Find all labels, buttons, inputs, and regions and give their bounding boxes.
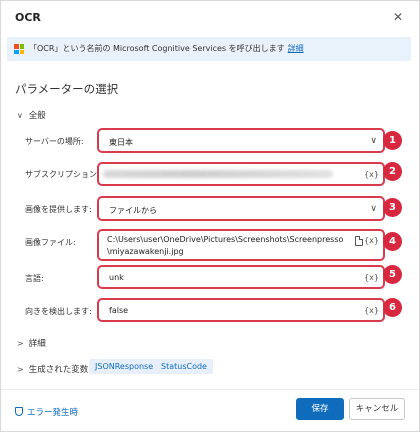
chevron-right-icon: > [17,339,24,348]
image-file-input[interactable]: C:\Users\user\OneDrive\Pictures\Screensh… [97,229,385,261]
details-label: 詳細 [28,339,46,349]
chevron-down-icon[interactable]: ∨ [370,136,377,146]
footer-divider [1,389,419,390]
subscription-key-input[interactable]: {x} [97,162,385,186]
image-file-path-line1: C:\Users\user\OneDrive\Pictures\Screensh… [107,235,344,244]
variable-chip-statuscode[interactable]: StatusCode [155,359,213,374]
dialog-title: OCR [15,11,41,24]
close-icon[interactable]: ✕ [391,10,405,24]
chevron-down-icon[interactable]: ∨ [370,204,377,214]
variable-picker-icon[interactable]: {x} [364,170,379,179]
cancel-button[interactable]: キャンセル [349,398,405,420]
subscription-key-masked-value [103,170,333,178]
variable-picker-icon[interactable]: {x} [364,236,379,245]
ocr-dialog: OCR ✕ 「OCR」という名前の Microsoft Cognitive Se… [0,0,420,432]
info-text: 「OCR」という名前の Microsoft Cognitive Services… [29,43,304,54]
step-badge-2: 2 [383,162,402,181]
generated-variables-label: 生成された変数 [28,365,89,375]
info-details-link[interactable]: 詳細 [288,44,304,53]
image-source-dropdown[interactable]: ファイルから ∨ [97,196,385,221]
generated-variables-toggle[interactable]: > 生成された変数 [17,363,88,375]
group-general-label: 全般 [28,111,46,121]
on-error-label: エラー発生時 [27,408,79,418]
server-location-label: サーバーの場所: [25,137,84,146]
image-file-path-line2: \miyazawakenji.jpg [107,247,184,256]
language-input[interactable]: unk {x} [97,265,385,289]
details-toggle[interactable]: > 詳細 [17,337,46,349]
shield-icon [15,407,23,416]
image-source-label: 画像を提供します: [25,205,92,214]
variable-picker-icon[interactable]: {x} [364,306,379,315]
server-location-value: 東日本 [109,138,133,147]
image-file-label: 画像ファイル: [25,238,76,247]
chevron-right-icon: > [17,365,24,374]
detect-orientation-value: false [109,306,129,315]
language-value: unk [109,273,124,282]
group-general-toggle[interactable]: ∨ 全般 [17,109,46,121]
microsoft-logo-icon [14,44,24,54]
detect-orientation-input[interactable]: false {x} [97,298,385,322]
file-browse-icon[interactable] [355,236,363,246]
step-badge-5: 5 [383,265,402,284]
info-message: 「OCR」という名前の Microsoft Cognitive Services… [29,44,285,53]
chevron-down-icon: ∨ [17,111,23,120]
step-badge-6: 6 [383,298,402,317]
language-label: 言語: [25,274,44,283]
variable-picker-icon[interactable]: {x} [364,273,379,282]
variable-chip-jsonresponse[interactable]: JSONResponse [89,359,160,374]
title-bar: OCR ✕ [1,1,419,35]
save-button[interactable]: 保存 [296,398,344,420]
section-title: パラメーターの選択 [15,82,119,96]
image-source-value: ファイルから [109,206,157,215]
step-badge-4: 4 [383,232,402,251]
info-bar: 「OCR」という名前の Microsoft Cognitive Services… [7,37,411,61]
step-badge-3: 3 [383,198,402,217]
on-error-link[interactable]: エラー発生時 [15,406,78,418]
step-badge-1: 1 [383,131,402,150]
detect-orientation-label: 向きを検出します: [25,307,92,316]
server-location-dropdown[interactable]: 東日本 ∨ [97,128,385,153]
